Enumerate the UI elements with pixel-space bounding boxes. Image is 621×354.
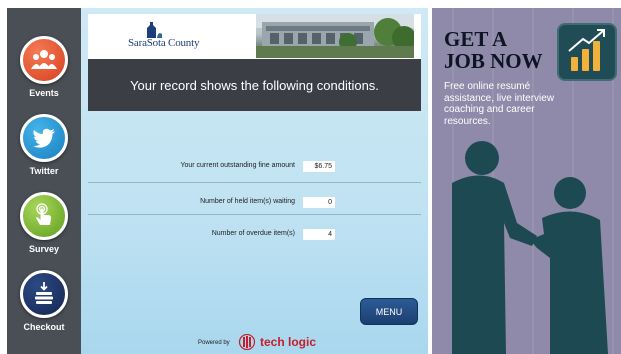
- page-title: Your record shows the following conditio…: [130, 77, 379, 93]
- survey-button[interactable]: [20, 192, 68, 240]
- bar-chart-growth-icon: [557, 23, 617, 81]
- record-label: Number of overdue item(s): [211, 230, 295, 237]
- menu-button[interactable]: MENU: [360, 298, 418, 325]
- twitter-button[interactable]: [20, 114, 68, 162]
- building-photo: [256, 14, 414, 58]
- record-value: 4: [303, 229, 335, 240]
- sidebar-item-survey[interactable]: Survey: [7, 192, 81, 254]
- twitter-bird-icon: [33, 128, 55, 148]
- main-panel: SaraSota County Your record shows the fo…: [81, 8, 428, 354]
- people-icon: [31, 50, 57, 69]
- sidebar-item-label: Events: [29, 88, 59, 98]
- row-divider: [88, 214, 421, 215]
- county-building-icon: [147, 22, 162, 38]
- record-row-fine: Your current outstanding fine amount $6.…: [88, 154, 421, 182]
- sidebar-item-label: Survey: [28, 244, 60, 254]
- record-label: Your current outstanding fine amount: [180, 162, 295, 169]
- checkout-button[interactable]: [20, 270, 68, 318]
- ad-description: Free online resumé assistance, live inte…: [444, 81, 555, 127]
- brand-text: tech logic: [260, 335, 317, 349]
- job-ad-banner[interactable]: GET A JOB NOW Free online resumé assista…: [432, 8, 621, 354]
- touch-hand-icon: [36, 203, 51, 225]
- row-divider: [88, 182, 421, 183]
- sidebar-item-checkout[interactable]: Checkout: [7, 270, 81, 332]
- record-row-overdue: Number of overdue item(s) 4: [88, 222, 421, 250]
- record-value: 0: [303, 197, 335, 208]
- sidebar-item-events[interactable]: Events: [7, 36, 81, 98]
- sidebar-item-label: Checkout: [23, 322, 65, 332]
- record-label: Number of held item(s) waiting: [200, 198, 295, 205]
- sarasota-county-logo: SaraSota County: [128, 22, 213, 52]
- record-value: $6.75: [303, 161, 335, 172]
- header-banner: SaraSota County: [88, 14, 421, 59]
- ad-headline: GET A JOB NOW: [444, 27, 543, 73]
- tech-logic-mark-icon: [238, 334, 256, 350]
- sidebar-item-label: Twitter: [29, 166, 59, 176]
- page-title-bar: Your record shows the following conditio…: [88, 59, 421, 111]
- sidebar-item-twitter[interactable]: Twitter: [7, 114, 81, 176]
- sidebar: Events Twitter Survey Checkout: [7, 8, 81, 354]
- tech-logic-logo: tech logic: [238, 334, 316, 350]
- book-stack-download-icon: [35, 282, 53, 304]
- events-button[interactable]: [20, 36, 68, 84]
- powered-by-label: Powered by: [198, 340, 230, 346]
